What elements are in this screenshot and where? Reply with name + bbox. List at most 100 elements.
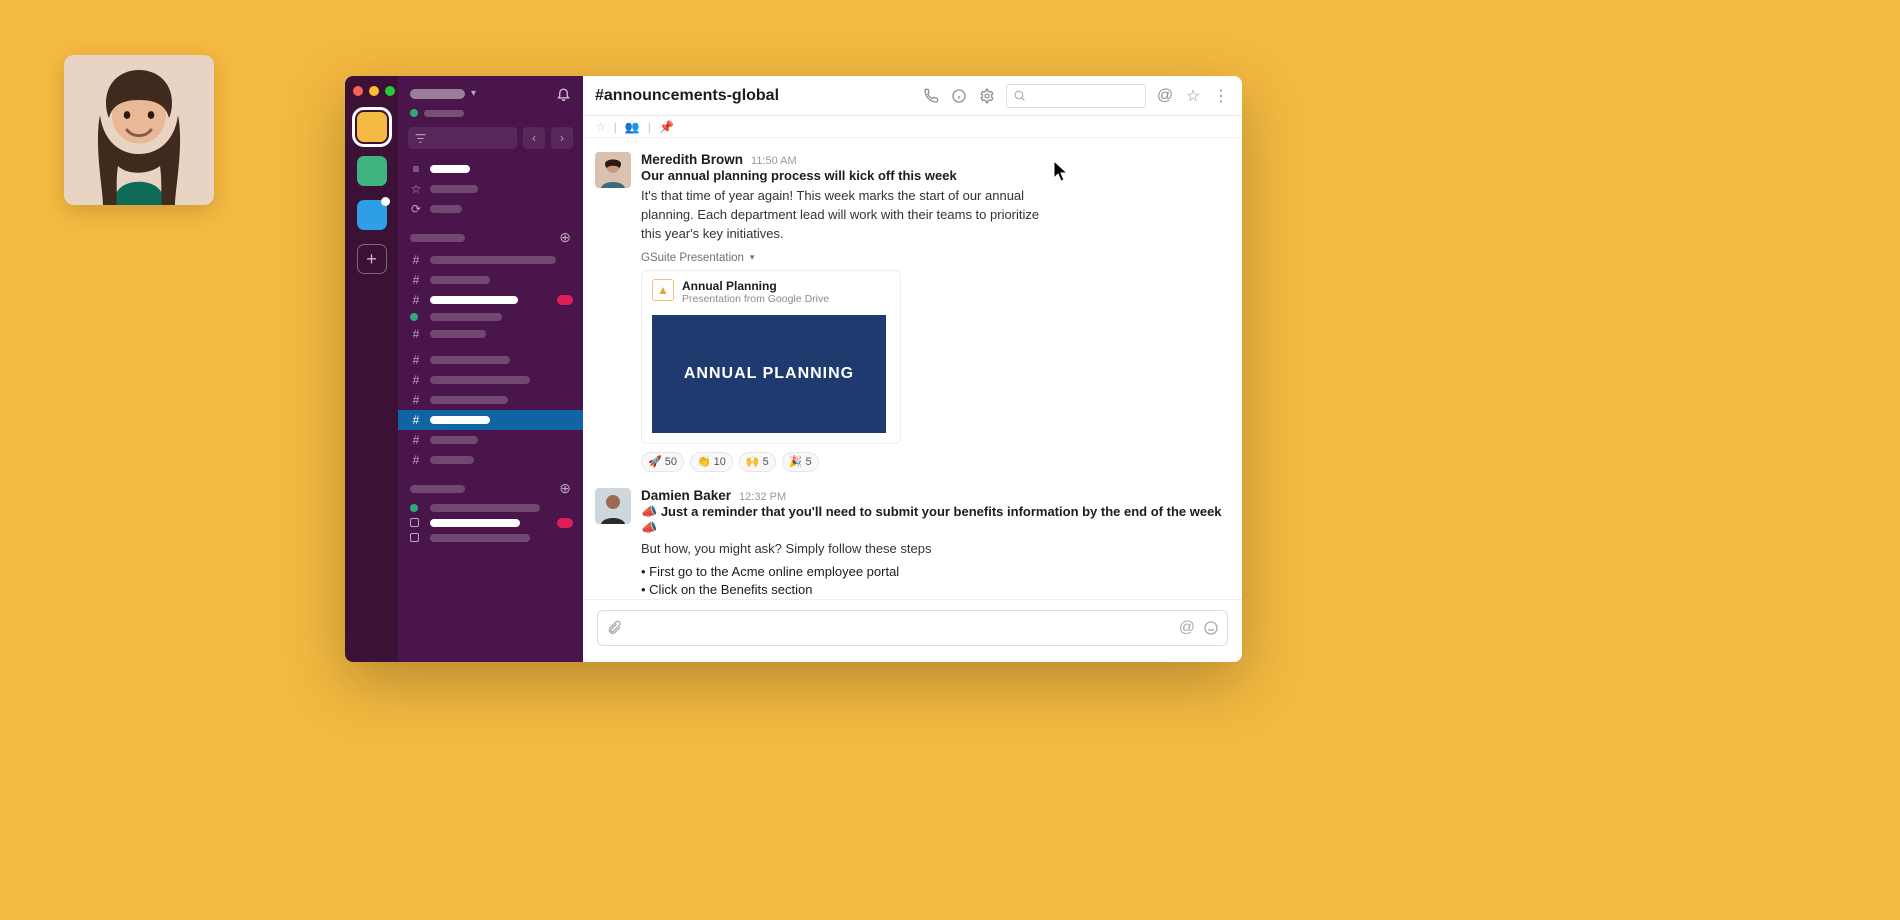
reaction-chip[interactable]: 👏10 [690,452,733,472]
reaction-count: 5 [805,456,811,468]
workspace-switcher[interactable]: ▾ [410,88,476,99]
pin-icon[interactable]: 📌 [659,120,674,134]
more-icon[interactable]: ⋮ [1212,86,1230,106]
sidebar-channel-item[interactable]: # [398,290,583,310]
message-body: It's that time of year again! This week … [641,187,1061,244]
add-channel-icon[interactable]: ⊕ [559,229,571,246]
unread-badge [557,295,573,305]
emoji-icon[interactable] [1203,620,1219,636]
sidebar-nav-item[interactable]: ☆ [398,179,583,199]
item-label-placeholder [430,296,518,304]
attachment-source-label[interactable]: GSuite Presentation ▾ [641,252,1226,264]
workspace-tile[interactable] [357,112,387,142]
reaction-emoji-icon: 🎉 [789,455,803,468]
message-bullets: • First go to the Acme online employee p… [641,564,1226,599]
sidebar-channel-item[interactable]: # [398,370,583,390]
message[interactable]: Meredith Brown 11:50 AM Our annual plann… [595,146,1226,482]
zoom-dot-icon[interactable] [385,86,395,96]
window-traffic-lights[interactable] [353,82,395,98]
sidebar-nav-item[interactable]: ≡ [398,159,583,179]
history-back-button[interactable]: ‹ [523,127,545,149]
item-label-placeholder [430,276,490,284]
history-forward-button[interactable]: › [551,127,573,149]
settings-icon[interactable] [978,88,996,104]
sidebar-channel-item[interactable]: # [398,350,583,370]
message-timestamp: 11:50 AM [751,155,797,167]
add-workspace-button[interactable]: + [357,244,387,274]
message-username[interactable]: Meredith Brown [641,152,743,167]
notifications-icon[interactable] [556,86,571,101]
sidebar-channel-item[interactable]: # [398,324,583,344]
reaction-count: 5 [763,456,769,468]
attachment-subtitle: Presentation from Google Drive [682,293,829,305]
mentions-icon[interactable]: @ [1156,87,1174,105]
attachment-thumbnail[interactable]: ANNUAL PLANNING [652,315,886,433]
message-list[interactable]: Meredith Brown 11:50 AM Our annual plann… [583,138,1242,599]
item-label-placeholder [430,313,502,321]
hash-icon: # [410,327,422,341]
minimize-dot-icon[interactable] [369,86,379,96]
sidebar-channel-item[interactable]: # [398,270,583,290]
channel-title[interactable]: #announcements-global [595,87,779,105]
info-icon[interactable] [950,88,968,104]
sidebar-channel-item[interactable]: # [398,250,583,270]
item-label-placeholder [430,504,540,512]
message-heading: 📣 Just a reminder that you'll need to su… [641,504,1226,536]
channels-section-header[interactable]: ⊕ [398,219,583,250]
message-username[interactable]: Damien Baker [641,488,731,503]
message-timestamp: 12:32 PM [739,491,786,503]
message[interactable]: Damien Baker 12:32 PM 📣 Just a reminder … [595,482,1226,599]
reaction-count: 50 [665,456,677,468]
composer-input[interactable]: @ [597,610,1228,646]
sidebar-channel-item[interactable]: # [398,430,583,450]
search-input[interactable] [1006,84,1146,108]
star-icon[interactable]: ☆ [1184,86,1202,106]
close-dot-icon[interactable] [353,86,363,96]
attachment-card[interactable]: ▲ Annual Planning Presentation from Goog… [641,270,901,444]
sidebar-channel-item[interactable]: # [398,390,583,410]
caret-down-icon: ▾ [750,252,755,263]
attach-icon[interactable] [606,620,622,636]
star-outline-icon[interactable]: ☆ [595,120,606,134]
sidebar-channel-item[interactable] [398,530,583,545]
reaction-emoji-icon: 👏 [697,455,711,468]
attachment-title: Annual Planning [682,279,829,293]
item-label-placeholder [430,376,530,384]
item-label-placeholder [430,256,556,264]
sidebar-channel-item[interactable] [398,501,583,515]
reaction-emoji-icon: 🙌 [746,455,760,468]
workspace-tile[interactable] [357,156,387,186]
message-body: But how, you might ask? Simply follow th… [641,540,1061,559]
item-label-placeholder [430,436,478,444]
reaction-chip[interactable]: 🚀50 [641,452,684,472]
item-label-placeholder [430,165,470,173]
slack-window: + ▾ ‹ › ≡☆⟳ ⊕ #### ## [345,76,1242,662]
members-icon[interactable]: 👥 [625,120,640,134]
call-icon[interactable] [922,88,940,104]
sidebar-channel-item[interactable]: # [398,450,583,470]
reaction-chip[interactable]: 🙌5 [739,452,776,472]
jump-to-input[interactable] [408,127,517,149]
user-presence-row[interactable] [398,109,583,123]
hash-icon: # [410,273,422,287]
reaction-chip[interactable]: 🎉5 [782,452,819,472]
unread-badge [557,518,573,528]
hash-icon: # [410,253,422,267]
add-dm-icon[interactable]: ⊕ [559,480,571,497]
dms-section-header[interactable]: ⊕ [398,470,583,501]
mention-icon[interactable]: @ [1179,619,1195,637]
search-icon [1013,89,1026,102]
sidebar-channel-item[interactable]: # [398,410,583,430]
hash-icon: # [410,373,422,387]
workspace-tile[interactable] [357,200,387,230]
sidebar-nav-item[interactable]: ⟳ [398,199,583,219]
sidebar-channel-item[interactable] [398,310,583,324]
message-heading: Our annual planning process will kick of… [641,168,1226,183]
reaction-bar: 🚀50👏10🙌5🎉5 [641,452,1226,472]
user-avatar[interactable] [595,152,631,188]
user-avatar[interactable] [595,488,631,524]
dm-square-icon [410,518,419,527]
item-label-placeholder [430,396,508,404]
reaction-emoji-icon: 🚀 [648,455,662,468]
sidebar-channel-item[interactable] [398,515,583,530]
